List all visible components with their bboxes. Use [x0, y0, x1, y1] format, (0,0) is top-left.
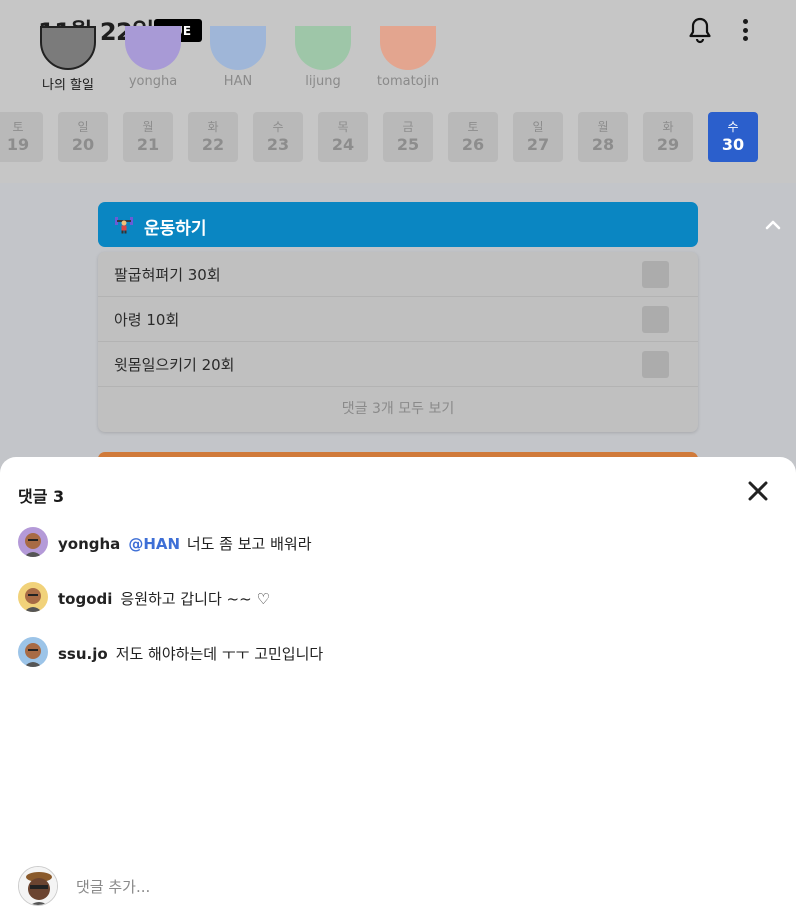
friend-avatar — [40, 26, 96, 70]
friends-list: 나의 할일 yongha HAN lijung tomatojin — [0, 26, 796, 96]
calendar-date: 19 — [6, 134, 30, 154]
calendar-day[interactable]: 일 20 — [58, 112, 108, 162]
comment-username[interactable]: togodi — [58, 590, 112, 608]
category-title: 운동하기 — [144, 219, 207, 239]
task-list: 댓글 3개 모두 보기 팔굽혀펴기 30회아령 10회윗몸일으키기 20회 — [98, 252, 698, 432]
calendar-day[interactable]: 금 25 — [383, 112, 433, 162]
date-strip: 토 19 일 20 월 21 화 22 수 23 목 24 금 25 토 26 일 27 월 28 화 29 수 30 — [0, 112, 796, 162]
comment-avatar[interactable] — [18, 527, 48, 557]
friend-avatar — [210, 26, 266, 70]
comment-item: togodi 응원하고 갑니다 ~~ ♡ — [18, 582, 778, 612]
add-comment-input[interactable] — [76, 876, 676, 898]
comment-avatar[interactable] — [18, 582, 48, 612]
calendar-date: 20 — [71, 134, 95, 154]
calendar-date: 22 — [201, 134, 225, 154]
calendar-weekday: 목 — [337, 119, 349, 134]
calendar-weekday: 금 — [402, 119, 414, 134]
comment-mention[interactable]: @HAN — [128, 535, 180, 553]
comment-text-wrap: yongha @HAN 너도 좀 보고 배워라 — [58, 533, 312, 554]
calendar-weekday: 토 — [467, 119, 479, 134]
calendar-day[interactable]: 수 23 — [253, 112, 303, 162]
comment-item: ssu.jo 저도 해야하는데 ㅜㅜ 고민입니다 — [18, 637, 778, 667]
comments-title: 댓글 3 — [18, 487, 65, 506]
add-comment-row — [18, 866, 778, 906]
comment-body: 응원하고 갑니다 ~~ ♡ — [120, 590, 270, 608]
comment-body: 저도 해야하는데 ㅜㅜ 고민입니다 — [115, 645, 324, 663]
calendar-day[interactable]: 목 24 — [318, 112, 368, 162]
friend-avatar — [380, 26, 436, 70]
calendar-day[interactable]: 화 22 — [188, 112, 238, 162]
calendar-date: 21 — [136, 134, 160, 154]
comment-text-wrap: togodi 응원하고 갑니다 ~~ ♡ — [58, 588, 270, 609]
see-all-comments-link[interactable]: 댓글 3개 모두 보기 — [98, 387, 698, 432]
calendar-weekday: 토 — [12, 119, 24, 134]
task-checkbox[interactable] — [642, 351, 669, 378]
calendar-weekday: 월 — [597, 119, 609, 134]
task-label: 팔굽혀펴기 30회 — [114, 266, 221, 284]
calendar-date: 25 — [396, 134, 420, 154]
task-label: 윗몸일으키기 20회 — [114, 356, 235, 374]
close-icon[interactable] — [746, 479, 770, 503]
calendar-day[interactable]: 월 28 — [578, 112, 628, 162]
task-row: 아령 10회 — [98, 297, 698, 342]
friend-name: 나의 할일 — [42, 78, 94, 93]
task-checkbox[interactable] — [642, 261, 669, 288]
comments-sheet: 댓글 3 yongha @HAN 너도 좀 보고 배워라 togodi 응원하고 갑니… — [0, 457, 796, 912]
comment-body: 너도 좀 보고 배워라 — [186, 535, 312, 553]
friend-avatar — [295, 26, 351, 70]
calendar-date: 29 — [656, 134, 680, 154]
comment-username[interactable]: yongha — [58, 535, 120, 553]
friend-name: HAN — [223, 74, 253, 89]
chevron-up-icon[interactable] — [764, 217, 782, 231]
calendar-date: 26 — [461, 134, 485, 154]
calendar-day[interactable]: 토 26 — [448, 112, 498, 162]
calendar-date: 23 — [266, 134, 290, 154]
calendar-day[interactable]: 토 19 — [0, 112, 43, 162]
calendar-date: 24 — [331, 134, 355, 154]
calendar-weekday: 일 — [532, 119, 544, 134]
task-label: 아령 10회 — [114, 311, 180, 329]
calendar-day[interactable]: 화 29 — [643, 112, 693, 162]
friend-name: yongha — [128, 74, 178, 89]
comment-item: yongha @HAN 너도 좀 보고 배워라 — [18, 527, 778, 557]
calendar-date: 30 — [721, 134, 745, 154]
calendar-weekday: 수 — [272, 119, 284, 134]
task-row: 팔굽혀펴기 30회 — [98, 252, 698, 297]
my-avatar — [18, 866, 58, 906]
top-section: 11월 22일 TUE 나의 할일yonghaHANlijungtomatoji… — [0, 0, 796, 183]
category-header[interactable]: 운동하기 — [98, 202, 781, 247]
calendar-day[interactable]: 일 27 — [513, 112, 563, 162]
calendar-weekday: 화 — [662, 119, 674, 134]
comment-avatar[interactable] — [18, 637, 48, 667]
calendar-day[interactable]: 월 21 — [123, 112, 173, 162]
calendar-weekday: 일 — [77, 119, 89, 134]
calendar-date: 28 — [591, 134, 615, 154]
calendar-date: 27 — [526, 134, 550, 154]
calendar-weekday: 월 — [142, 119, 154, 134]
friend-name: tomatojin — [376, 74, 440, 89]
task-row: 윗몸일으키기 20회 — [98, 342, 698, 387]
weightlifter-icon — [115, 217, 133, 234]
calendar-weekday: 화 — [207, 119, 219, 134]
calendar-day[interactable]: 수 30 — [708, 112, 758, 162]
comment-text-wrap: ssu.jo 저도 해야하는데 ㅜㅜ 고민입니다 — [58, 643, 323, 664]
friend-name: lijung — [305, 74, 341, 89]
friend-avatar — [125, 26, 181, 70]
task-checkbox[interactable] — [642, 306, 669, 333]
comment-username[interactable]: ssu.jo — [58, 645, 108, 663]
calendar-weekday: 수 — [727, 119, 739, 134]
